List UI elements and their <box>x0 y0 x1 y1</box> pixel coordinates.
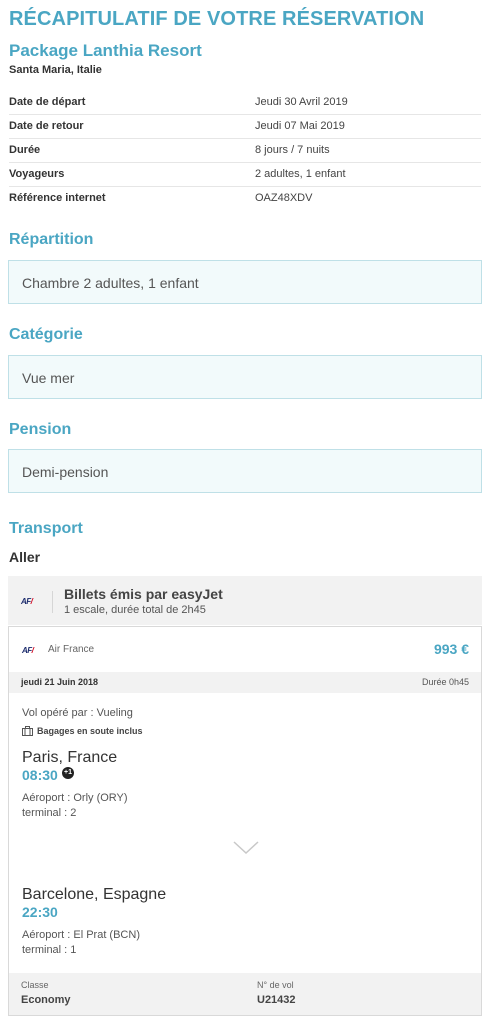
departure-time: 08:30 <box>22 767 58 783</box>
categorie-box: Vue mer <box>8 355 482 399</box>
detail-label: Voyageurs <box>9 168 65 180</box>
detail-label: Référence internet <box>9 192 106 204</box>
operated-by: Vol opéré par : Vueling <box>22 707 133 719</box>
ticket-issuer-header: AF/ Billets émis par easyJet 1 escale, d… <box>8 576 482 625</box>
package-location: Santa Maria, Italie <box>9 64 102 76</box>
plus-one-day-icon: +1 <box>62 767 74 779</box>
detail-row-travellers: Voyageurs 2 adultes, 1 enfant <box>9 163 481 187</box>
departure-terminal: terminal : 2 <box>22 807 77 819</box>
departure-city: Paris, France <box>22 749 118 766</box>
flight-number-label: N° de vol <box>257 980 294 990</box>
repartition-box: Chambre 2 adultes, 1 enfant <box>8 260 482 304</box>
arrival-time: 22:30 <box>22 904 58 920</box>
flight-price: 993 € <box>433 641 469 657</box>
categorie-title: Catégorie <box>9 326 83 343</box>
flight-footer: Classe Economy N° de vol U21432 <box>9 973 481 1015</box>
detail-row-return: Date de retour Jeudi 07 Mai 2019 <box>9 115 481 139</box>
categorie-value: Vue mer <box>22 370 75 386</box>
flight-number-value: U21432 <box>257 994 296 1006</box>
detail-label: Date de départ <box>9 96 86 108</box>
chevron-down-icon <box>233 841 259 855</box>
tickets-subtitle: 1 escale, durée total de 2h45 <box>64 604 206 616</box>
class-label: Classe <box>21 980 49 990</box>
baggage-icon <box>22 726 33 736</box>
tickets-title: Billets émis par easyJet <box>64 586 223 602</box>
detail-row-reference: Référence internet OAZ48XDV <box>9 187 481 211</box>
baggage-info: Bagages en soute inclus <box>22 726 143 736</box>
detail-label: Date de retour <box>9 120 84 132</box>
flight-date-band: jeudi 21 Juin 2018 Durée 0h45 <box>9 672 481 693</box>
detail-value: 2 adultes, 1 enfant <box>255 168 346 180</box>
package-name: Package Lanthia Resort <box>9 41 202 60</box>
transport-title: Transport <box>9 520 83 537</box>
class-value: Economy <box>21 994 71 1006</box>
departure-airport: Aéroport : Orly (ORY) <box>22 792 128 804</box>
repartition-value: Chambre 2 adultes, 1 enfant <box>22 275 199 291</box>
pension-title: Pension <box>9 421 72 438</box>
page-title: RÉCAPITULATIF DE VOTRE RÉSERVATION <box>9 8 425 30</box>
direction-label: Aller <box>9 549 41 565</box>
pension-value: Demi-pension <box>22 464 109 480</box>
flight-duration: Durée 0h45 <box>421 677 469 687</box>
arrival-city: Barcelone, Espagne <box>22 886 167 903</box>
detail-row-departure: Date de départ Jeudi 30 Avril 2019 <box>9 91 481 115</box>
pension-box: Demi-pension <box>8 449 482 493</box>
detail-label: Durée <box>9 144 41 156</box>
detail-value: Jeudi 07 Mai 2019 <box>255 120 345 132</box>
arrival-airport: Aéroport : El Prat (BCN) <box>22 929 140 941</box>
detail-row-duration: Durée 8 jours / 7 nuits <box>9 139 481 163</box>
divider <box>52 591 53 613</box>
details-table: Date de départ Jeudi 30 Avril 2019 Date … <box>9 91 481 211</box>
detail-value: 8 jours / 7 nuits <box>255 144 330 156</box>
flight-date: jeudi 21 Juin 2018 <box>21 677 99 687</box>
airline-logo-icon: AF/ <box>21 597 33 606</box>
flight-card: AF/ Air France 993 € jeudi 21 Juin 2018 … <box>8 626 482 1016</box>
airline-name: Air France <box>48 644 95 655</box>
baggage-label: Bagages en soute inclus <box>37 726 143 736</box>
arrival-terminal: terminal : 1 <box>22 944 77 956</box>
repartition-title: Répartition <box>9 231 94 248</box>
detail-value: Jeudi 30 Avril 2019 <box>255 96 348 108</box>
detail-value: OAZ48XDV <box>255 192 313 204</box>
airline-logo-icon: AF/ <box>22 646 34 655</box>
